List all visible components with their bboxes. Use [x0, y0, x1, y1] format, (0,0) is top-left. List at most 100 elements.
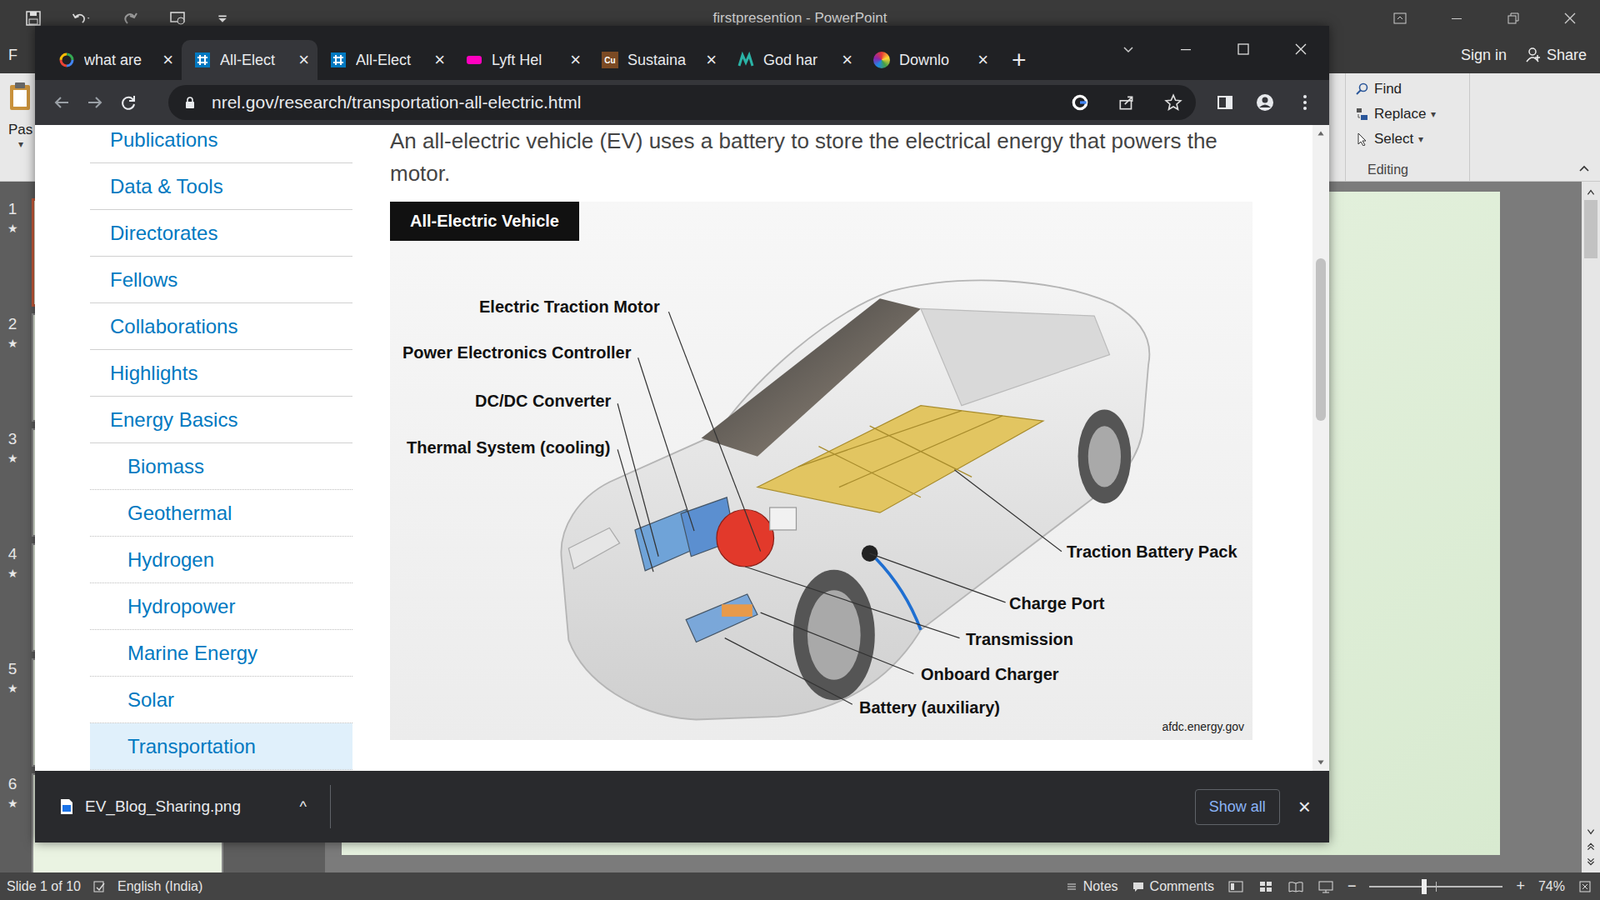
nav-link[interactable]: Fellows [90, 256, 353, 304]
animation-star: ★ [7, 221, 19, 235]
nav-link[interactable]: Highlights [90, 350, 353, 397]
url-text[interactable]: nrel.gov/research/transportation-all-ele… [205, 92, 1043, 113]
editing-command[interactable]: Replace▾ [1355, 101, 1470, 127]
leader-line [954, 470, 1062, 552]
slide-meta: 4★ [0, 543, 25, 659]
language[interactable]: English (India) [117, 879, 203, 895]
browser-tab[interactable]: Lyft Hel× [453, 40, 590, 80]
scroll-thumb[interactable] [1315, 258, 1326, 421]
scroll-down-icon[interactable] [1585, 826, 1596, 837]
tab-close-button[interactable]: × [434, 49, 445, 71]
browser-tab[interactable]: God har× [725, 40, 861, 80]
browser-tab[interactable]: All-Elect× [181, 40, 318, 80]
scroll-up-icon[interactable] [1585, 187, 1596, 198]
editing-command[interactable]: Find [1355, 76, 1470, 102]
save-icon[interactable] [23, 10, 44, 27]
browser-tab[interactable]: what are× [45, 40, 182, 80]
close-download-bar-button[interactable]: × [1280, 794, 1330, 820]
side-panel-icon[interactable] [1208, 92, 1242, 113]
zoom-level[interactable]: 74% [1538, 879, 1565, 895]
browser-tab[interactable]: CuSustaina× [589, 40, 725, 80]
spelling-icon[interactable] [92, 880, 106, 894]
back-icon[interactable] [45, 92, 79, 113]
download-item[interactable]: EV_Blog_Sharing.png^ [35, 797, 330, 816]
maximize-icon[interactable] [1235, 40, 1252, 58]
collapse-ribbon-icon[interactable] [1578, 164, 1590, 173]
zoom-thumb[interactable] [1421, 879, 1427, 895]
ribbon-display-icon[interactable] [1391, 10, 1409, 27]
forward-icon[interactable] [78, 92, 112, 113]
undo-icon[interactable] [71, 10, 92, 27]
slide-number: 5 [8, 660, 18, 679]
next-slide-icon[interactable] [1585, 856, 1596, 867]
share-button[interactable]: Share [1525, 46, 1587, 65]
zoom-out-button[interactable]: − [1347, 877, 1357, 895]
slide-sorter-icon[interactable] [1257, 880, 1275, 894]
nav-link[interactable]: Transportation [90, 723, 353, 770]
comments-button[interactable]: Comments [1131, 879, 1215, 895]
nav-link[interactable]: Directorates [90, 210, 353, 257]
address-bar[interactable]: nrel.gov/research/transportation-all-ele… [168, 85, 1196, 120]
slideshow-icon[interactable] [1317, 880, 1335, 894]
new-tab-button[interactable]: + [996, 40, 1042, 80]
menu-icon[interactable] [1288, 92, 1322, 113]
notes-button[interactable]: Notes [1065, 879, 1119, 895]
scroll-up-icon[interactable] [1315, 128, 1326, 139]
browser-tab[interactable]: All-Elect× [317, 40, 454, 80]
nav-link[interactable]: Biomass [90, 443, 353, 490]
nav-link[interactable]: Publications [90, 125, 353, 164]
zoom-in-button[interactable]: + [1515, 877, 1525, 895]
nav-link[interactable]: Energy Basics [90, 396, 353, 444]
replace-icon [1355, 107, 1370, 121]
close-icon[interactable] [1292, 40, 1310, 58]
tab-close-button[interactable]: × [841, 49, 853, 71]
minimize-icon[interactable] [1448, 10, 1465, 27]
touch-mode-icon[interactable] [168, 10, 189, 27]
scroll-thumb[interactable] [1584, 200, 1598, 259]
scroll-down-icon[interactable] [1315, 757, 1326, 768]
editing-command[interactable]: Select▾ [1355, 126, 1470, 152]
tab-close-button[interactable]: × [705, 49, 717, 71]
download-menu-button[interactable]: ^ [300, 798, 307, 816]
reload-icon[interactable] [111, 92, 145, 113]
browser-tab[interactable]: Downlo× [860, 40, 997, 80]
fit-slide-icon[interactable] [1578, 880, 1592, 894]
tab-close-button[interactable]: × [298, 49, 310, 71]
close-icon[interactable] [1561, 10, 1579, 27]
tab-close-button[interactable]: × [162, 49, 174, 71]
vertical-scrollbar[interactable] [1581, 181, 1600, 873]
nav-link[interactable]: Solar [90, 676, 353, 724]
bookmark-star-icon[interactable] [1164, 93, 1183, 112]
google-lens-icon[interactable] [1070, 93, 1090, 112]
show-all-button[interactable]: Show all [1195, 789, 1280, 825]
nav-link[interactable]: Marine Energy [90, 630, 353, 677]
normal-view-icon[interactable] [1227, 880, 1245, 894]
reading-view-icon[interactable] [1287, 880, 1305, 894]
tab-close-button[interactable]: × [570, 49, 581, 71]
page-scrollbar[interactable] [1312, 125, 1330, 771]
file-tab[interactable]: F [8, 46, 18, 65]
share-icon[interactable] [1117, 93, 1136, 112]
tab-close-button[interactable]: × [977, 49, 989, 71]
m-logo-icon [737, 51, 755, 69]
nav-link[interactable]: Collaborations [90, 303, 353, 350]
customize-icon[interactable] [216, 12, 229, 25]
tab-search-icon[interactable] [1120, 40, 1137, 58]
nav-link[interactable]: Hydrogen [90, 536, 353, 584]
slide-meta: 2★ [0, 313, 25, 429]
lock-icon[interactable] [183, 95, 197, 110]
sign-in-link[interactable]: Sign in [1460, 46, 1507, 65]
profile-icon[interactable] [1248, 92, 1282, 113]
paste-menu-arrow[interactable]: ▾ [18, 138, 24, 150]
nav-link[interactable]: Hydropower [90, 583, 353, 630]
nav-link[interactable]: Geothermal [90, 490, 353, 537]
slide-number: 2 [8, 315, 18, 334]
redo-icon[interactable] [120, 10, 140, 27]
favicon [736, 50, 755, 70]
component-label: Battery (auxiliary) [859, 696, 1000, 719]
zoom-slider[interactable] [1369, 885, 1503, 888]
restore-icon[interactable] [1505, 10, 1522, 27]
minimize-icon[interactable] [1177, 40, 1195, 58]
previous-slide-icon[interactable] [1585, 841, 1596, 852]
nav-link[interactable]: Data & Tools [90, 163, 353, 210]
